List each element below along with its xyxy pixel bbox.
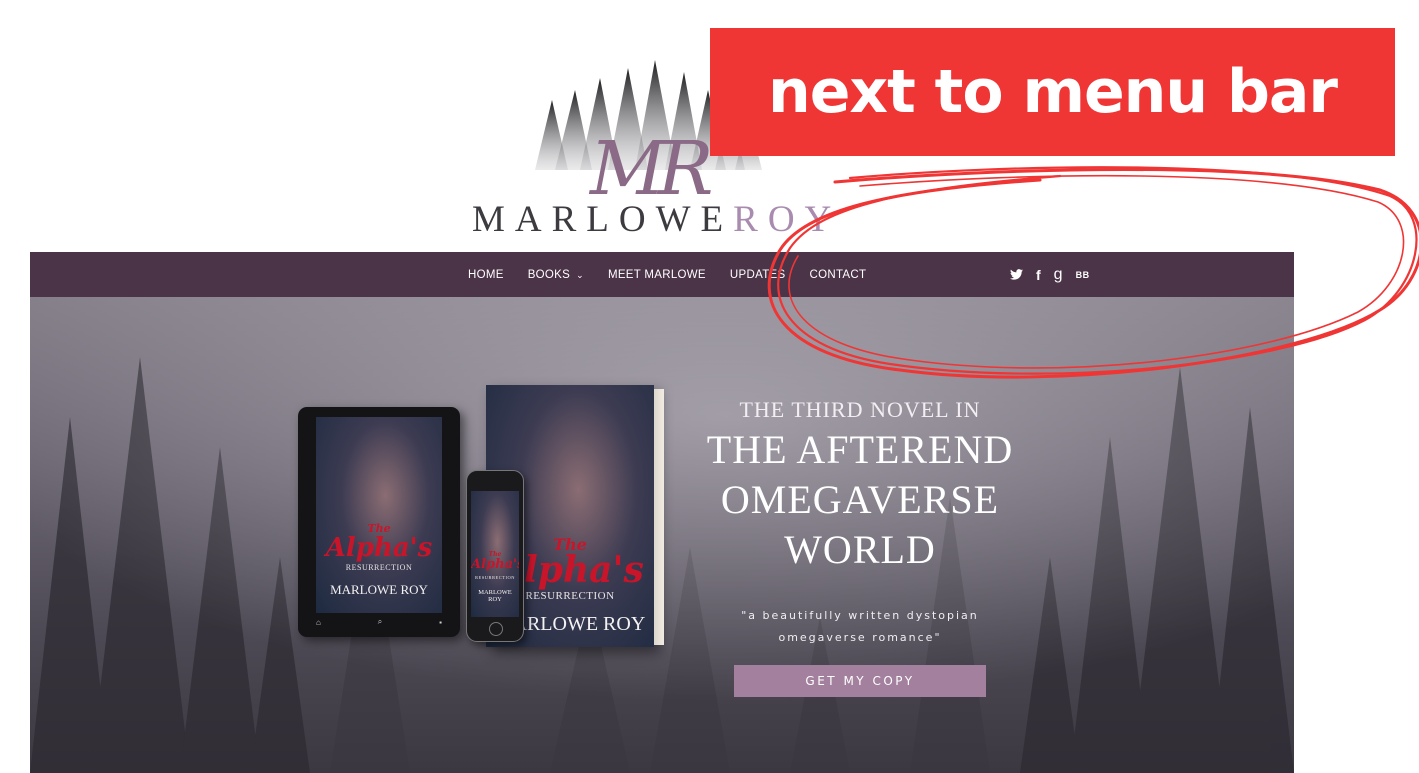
nav-item-home[interactable]: HOME: [468, 269, 504, 281]
phone-cover-art: The Alpha's RESURRECTION MARLOWE ROY: [471, 491, 519, 617]
logo-monogram: MR: [590, 126, 713, 212]
tablet-device: The Alpha's RESURRECTION MARLOWE ROY ⌂ ⌕…: [298, 407, 460, 637]
tablet-toolbar: ⌂ ⌕ ▪: [316, 615, 442, 629]
hero-text-block: THE THIRD NOVEL IN THE AFTEREND OMEGAVER…: [680, 397, 1040, 697]
annotation-label: next to menu bar: [710, 28, 1395, 156]
hero-title-line-3: WORLD: [784, 527, 936, 572]
nav-item-books-label: BOOKS: [527, 268, 571, 281]
phone-cover-alphas: Alpha's: [471, 557, 519, 572]
hero-series-title: THE AFTEREND OMEGAVERSE WORLD: [680, 425, 1040, 575]
get-my-copy-button[interactable]: GET MY COPY: [734, 665, 986, 697]
phone-device: The Alpha's RESURRECTION MARLOWE ROY: [466, 470, 524, 642]
phone-home-button: [489, 622, 503, 636]
phone-cover-subtitle: RESURRECTION: [474, 575, 515, 580]
search-icon: ⌕: [377, 617, 383, 626]
nav-item-meet-marlowe[interactable]: MEET MARLOWE: [608, 269, 706, 281]
chevron-down-icon: ⌄: [576, 269, 584, 280]
logo-wordmark-main: MARLOWE: [472, 199, 734, 240]
phone-cover-author: MARLOWE ROY: [478, 589, 512, 603]
nav-item-books[interactable]: BOOKS ⌄: [528, 269, 584, 281]
annotation-ellipse: [767, 166, 1419, 379]
tablet-cover-alphas: Alpha's: [325, 533, 433, 563]
tablet-cover-subtitle: RESURRECTION: [345, 563, 413, 572]
home-icon: ⌂: [316, 617, 321, 627]
hero-title-line-1: THE AFTEREND: [706, 427, 1014, 472]
hero-eyebrow: THE THIRD NOVEL IN: [739, 397, 981, 422]
tablet-cover-art: The Alpha's RESURRECTION MARLOWE ROY: [316, 417, 442, 613]
bookmark-icon: ▪: [439, 617, 442, 627]
tablet-cover-author: MARLOWE ROY: [330, 582, 428, 597]
hero-title-line-2: OMEGAVERSE: [720, 477, 1000, 522]
hero-quote: "a beautifully written dystopian omegave…: [741, 609, 979, 644]
book-mockup: The Alpha's RESURRECTION MARLOWE ROY The…: [298, 385, 678, 665]
